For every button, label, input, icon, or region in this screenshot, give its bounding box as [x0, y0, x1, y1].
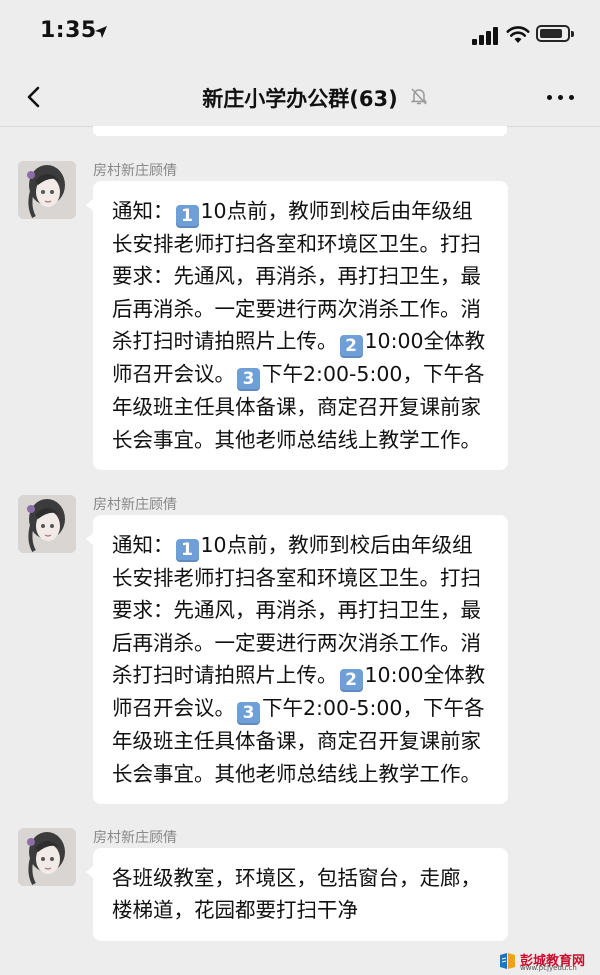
message-text-segment: 各班级教室，环境区，包括窗台，走廊，楼梯道，花园都要打扫干净 — [112, 866, 481, 923]
sender-name: 房村新庄顾倩 — [93, 163, 177, 179]
message-text: 通知： 1 10点前，教师到校后由年级组长安排老师打扫各室和环境区卫生。打扫要求：先… — [112, 529, 492, 790]
battery-icon — [536, 25, 574, 42]
cellular-signal-icon — [472, 27, 500, 45]
avatar-image — [18, 828, 76, 886]
message-text-segment: 通知： — [112, 199, 174, 223]
avatar[interactable] — [18, 161, 76, 219]
sender-name: 房村新庄顾倩 — [93, 497, 177, 513]
avatar-image — [18, 495, 76, 553]
chat-header: 新庄小学办公群(63) — [0, 68, 600, 127]
keycap-1-icon: 1 — [175, 205, 199, 228]
message-text: 各班级教室，环境区，包括窗台，走廊，楼梯道，花园都要打扫干净 — [112, 862, 492, 927]
keycap-2-icon: 2 — [339, 669, 363, 693]
chat-title: 新庄小学办公群(63) — [202, 87, 398, 111]
keycap-2-icon: 2 — [339, 335, 363, 359]
message-bubble[interactable]: 各班级教室，环境区，包括窗台，走廊，楼梯道，花园都要打扫干净 — [86, 848, 508, 941]
keycap-1-icon: 1 — [175, 539, 199, 562]
mute-bell-icon — [410, 88, 428, 105]
wifi-icon — [506, 26, 530, 43]
watermark-logo-icon — [500, 953, 515, 969]
more-options-button[interactable] — [544, 86, 578, 108]
avatar[interactable] — [18, 828, 76, 886]
location-arrow-icon — [95, 26, 107, 38]
message-bubble[interactable]: 通知： 1 10点前，教师到校后由年级组长安排老师打扫各室和环境区卫生。打扫要求：先… — [86, 181, 508, 471]
status-time: 1:35 — [40, 18, 97, 43]
keycap-3-icon: 3 — [237, 368, 260, 392]
message-text-segment: 通知： — [112, 533, 174, 557]
message-bubble[interactable]: 通知： 1 10点前，教师到校后由年级组长安排老师打扫各室和环境区卫生。打扫要求：先… — [86, 515, 508, 805]
message-text: 通知： 1 10点前，教师到校后由年级组长安排老师打扫各室和环境区卫生。打扫要求：先… — [112, 195, 492, 456]
avatar[interactable] — [18, 495, 76, 553]
sender-name: 房村新庄顾倩 — [93, 830, 177, 846]
keycap-3-icon: 3 — [237, 702, 260, 726]
watermark-url: www.pcjyedu.cn — [520, 964, 577, 972]
avatar-image — [18, 161, 76, 219]
previous-message-bubble — [93, 126, 507, 136]
status-bar: 1:35 — [0, 0, 600, 68]
